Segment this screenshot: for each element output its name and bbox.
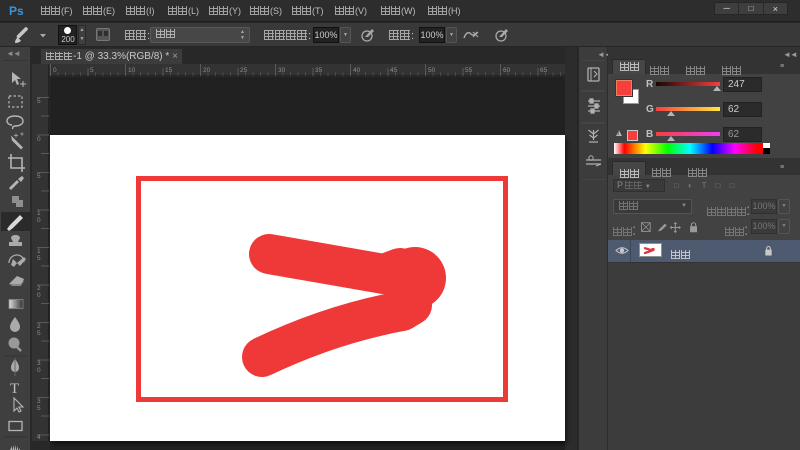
svg-text:5: 5 — [37, 330, 41, 337]
svg-text:65: 65 — [540, 67, 548, 74]
svg-text:30: 30 — [278, 67, 286, 74]
svg-text:5: 5 — [37, 255, 41, 262]
svg-text:5: 5 — [37, 173, 41, 180]
svg-text:35: 35 — [315, 67, 323, 74]
svg-text:T: T — [10, 381, 19, 397]
svg-text:1: 1 — [37, 210, 41, 217]
svg-text:0: 0 — [53, 67, 57, 74]
svg-text:4: 4 — [37, 434, 41, 441]
svg-text:0: 0 — [37, 217, 41, 224]
svg-text:15: 15 — [165, 67, 173, 74]
svg-text:0: 0 — [37, 136, 41, 143]
svg-text:0: 0 — [37, 367, 41, 374]
svg-text:60: 60 — [503, 67, 511, 74]
svg-text:50: 50 — [428, 67, 436, 74]
svg-text:55: 55 — [465, 67, 473, 74]
svg-text:40: 40 — [353, 67, 361, 74]
svg-text:5: 5 — [37, 98, 41, 105]
svg-text:2: 2 — [37, 285, 41, 292]
svg-text:3: 3 — [37, 398, 41, 405]
svg-text:0: 0 — [37, 292, 41, 299]
svg-text:2: 2 — [37, 323, 41, 330]
svg-text:45: 45 — [390, 67, 398, 74]
svg-text:25: 25 — [240, 67, 248, 74]
svg-text:3: 3 — [37, 360, 41, 367]
svg-text:1: 1 — [37, 248, 41, 255]
svg-text:5: 5 — [90, 67, 94, 74]
svg-text:20: 20 — [203, 67, 211, 74]
svg-text:5: 5 — [37, 405, 41, 412]
svg-text:10: 10 — [128, 67, 136, 74]
